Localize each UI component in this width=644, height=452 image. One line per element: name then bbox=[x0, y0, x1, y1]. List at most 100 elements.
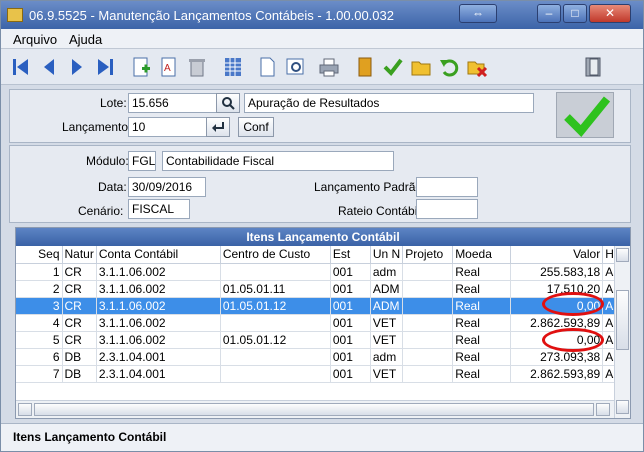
table-cell bbox=[402, 297, 454, 315]
lote-description: Apuração de Resultados bbox=[244, 93, 534, 113]
undo-icon[interactable] bbox=[437, 55, 461, 79]
lancamento-padrao-input[interactable] bbox=[416, 177, 478, 197]
lote-panel: Lote: 15.656 Apuração de Resultados Lanç… bbox=[9, 89, 631, 143]
table-cell: 01.05.01.12 bbox=[220, 331, 331, 349]
table-cell: 3.1.1.06.002 bbox=[96, 314, 221, 332]
table-row[interactable]: 3 CR 3.1.1.06.002 01.05.01.12 001 ADM Real 0,00… bbox=[16, 297, 630, 315]
table-cell bbox=[402, 314, 454, 332]
cancel-icon[interactable] bbox=[465, 55, 489, 79]
table-cell: 3.1.1.06.002 bbox=[96, 331, 221, 349]
table-cell: Real bbox=[452, 280, 512, 298]
table-row[interactable]: 6DB2.3.1.04.001001admReal273.093,38Apu bbox=[16, 348, 630, 366]
new-icon[interactable] bbox=[129, 55, 153, 79]
data-input[interactable]: 30/09/2016 bbox=[128, 177, 206, 197]
table-cell: Real bbox=[452, 331, 512, 349]
modulo-label: Módulo: bbox=[86, 154, 129, 168]
column-header[interactable]: Un N bbox=[370, 246, 404, 264]
exit-icon[interactable] bbox=[581, 55, 605, 79]
table-cell bbox=[402, 348, 454, 366]
table-row[interactable]: 5 CR 3.1.1.06.002 01.05.01.12 001 VET Real 0,00… bbox=[16, 331, 630, 349]
next-icon[interactable] bbox=[65, 55, 89, 79]
print-icon[interactable] bbox=[317, 55, 341, 79]
scroll-right-button[interactable] bbox=[596, 403, 610, 416]
status-check-icon bbox=[556, 92, 614, 138]
folder-icon[interactable] bbox=[409, 55, 433, 79]
table-cell: CR bbox=[62, 280, 97, 298]
table-cell: 001 bbox=[330, 348, 371, 366]
table-row[interactable]: 4CR3.1.1.06.002001VETReal2.862.593,89Apu bbox=[16, 314, 630, 332]
vertical-scroll-thumb[interactable] bbox=[616, 290, 629, 350]
search-button[interactable] bbox=[216, 93, 240, 113]
table-cell: 3.1.1.06.002 bbox=[96, 263, 221, 281]
table-cell: 255.583,18 bbox=[510, 263, 604, 281]
table-cell: ADM bbox=[370, 297, 404, 315]
items-grid: Itens Lançamento Contábil Seq Natur Conta … bbox=[15, 227, 631, 419]
table-cell: VET bbox=[370, 314, 404, 332]
scroll-left-button[interactable] bbox=[18, 403, 32, 416]
last-icon[interactable] bbox=[93, 55, 117, 79]
enter-button[interactable] bbox=[206, 117, 230, 137]
title-bar: 06.9.5525 - Manutenção Lançamentos Contá… bbox=[1, 1, 643, 29]
column-header[interactable]: Conta Contábil bbox=[96, 246, 221, 264]
highlight-annotation bbox=[542, 328, 604, 352]
table-row[interactable]: 2 CR 3.1.1.06.002 01.05.01.11 001 ADM Real 17.5… bbox=[16, 280, 630, 298]
table-cell: Real bbox=[452, 263, 512, 281]
preview-icon[interactable] bbox=[283, 55, 307, 79]
table-cell: Real bbox=[452, 297, 512, 315]
document-icon[interactable] bbox=[255, 55, 279, 79]
table-cell: 2.862.593,89 bbox=[510, 314, 604, 332]
table-cell: 2 bbox=[16, 280, 63, 298]
table-cell: 273.093,38 bbox=[510, 348, 604, 366]
table-cell: 5 bbox=[16, 331, 63, 349]
maximize-button[interactable]: □ bbox=[563, 4, 587, 23]
table-row[interactable]: 1CR3.1.1.06.002001admReal255.583,18Apu bbox=[16, 263, 630, 281]
close-button[interactable]: ✕ bbox=[589, 4, 631, 23]
cenario-input[interactable]: FISCAL bbox=[128, 199, 190, 219]
scroll-up-button[interactable] bbox=[616, 248, 629, 262]
lancamento-input[interactable]: 10 bbox=[128, 117, 208, 137]
book-icon[interactable] bbox=[353, 55, 377, 79]
rateio-contabil-input[interactable] bbox=[416, 199, 478, 219]
main-window: 06.9.5525 - Manutenção Lançamentos Contá… bbox=[0, 0, 644, 452]
modulo-code[interactable]: FGL bbox=[128, 151, 156, 171]
table-row[interactable]: 7DB2.3.1.04.001001VETReal2.862.593,89Apu bbox=[16, 365, 630, 383]
table-cell: 001 bbox=[330, 314, 371, 332]
table-cell: 001 bbox=[330, 365, 371, 383]
delete-icon[interactable] bbox=[185, 55, 209, 79]
scroll-down-button[interactable] bbox=[616, 400, 629, 414]
horizontal-scrollbar[interactable] bbox=[16, 400, 614, 418]
column-header[interactable]: Moeda bbox=[452, 246, 512, 264]
lancamento-padrao-label: Lançamento Padrão: bbox=[314, 180, 426, 194]
table-cell: 2.3.1.04.001 bbox=[96, 348, 221, 366]
lote-input[interactable]: 15.656 bbox=[128, 93, 220, 113]
column-header[interactable]: Natur bbox=[62, 246, 97, 264]
table-cell: CR bbox=[62, 297, 97, 315]
table-cell: 3.1.1.06.002 bbox=[96, 297, 221, 315]
menu-ajuda[interactable]: Ajuda bbox=[69, 32, 102, 47]
minimize-button[interactable]: – bbox=[537, 4, 561, 23]
table-cell bbox=[220, 263, 331, 281]
column-header[interactable]: Seq bbox=[16, 246, 63, 264]
items-table: Seq Natur Conta Contábil Centro de Custo Est… bbox=[16, 246, 630, 383]
edit-icon[interactable]: A bbox=[157, 55, 181, 79]
window-title: 06.9.5525 - Manutenção Lançamentos Contá… bbox=[29, 8, 394, 23]
menu-arquivo[interactable]: Arquivo bbox=[13, 32, 57, 47]
table-cell: Real bbox=[452, 365, 512, 383]
column-header[interactable]: Centro de Custo bbox=[220, 246, 331, 264]
horizontal-scroll-thumb[interactable] bbox=[34, 403, 594, 416]
table-cell: Real bbox=[452, 348, 512, 366]
table-cell: 3 bbox=[16, 297, 63, 315]
confirm-icon[interactable] bbox=[381, 55, 405, 79]
conf-button[interactable]: Conf bbox=[238, 117, 274, 137]
grid-icon[interactable] bbox=[221, 55, 245, 79]
table-cell: DB bbox=[62, 348, 97, 366]
status-bar: Itens Lançamento Contábil bbox=[1, 423, 643, 451]
table-cell: adm bbox=[370, 263, 404, 281]
prev-icon[interactable] bbox=[37, 55, 61, 79]
vertical-scrollbar[interactable] bbox=[614, 246, 630, 418]
column-header[interactable]: Valor bbox=[510, 246, 604, 264]
column-header[interactable]: Projeto bbox=[402, 246, 454, 264]
first-icon[interactable] bbox=[9, 55, 33, 79]
restore-toggle-button[interactable]: ⇔ bbox=[459, 4, 497, 23]
column-header[interactable]: Est bbox=[330, 246, 371, 264]
